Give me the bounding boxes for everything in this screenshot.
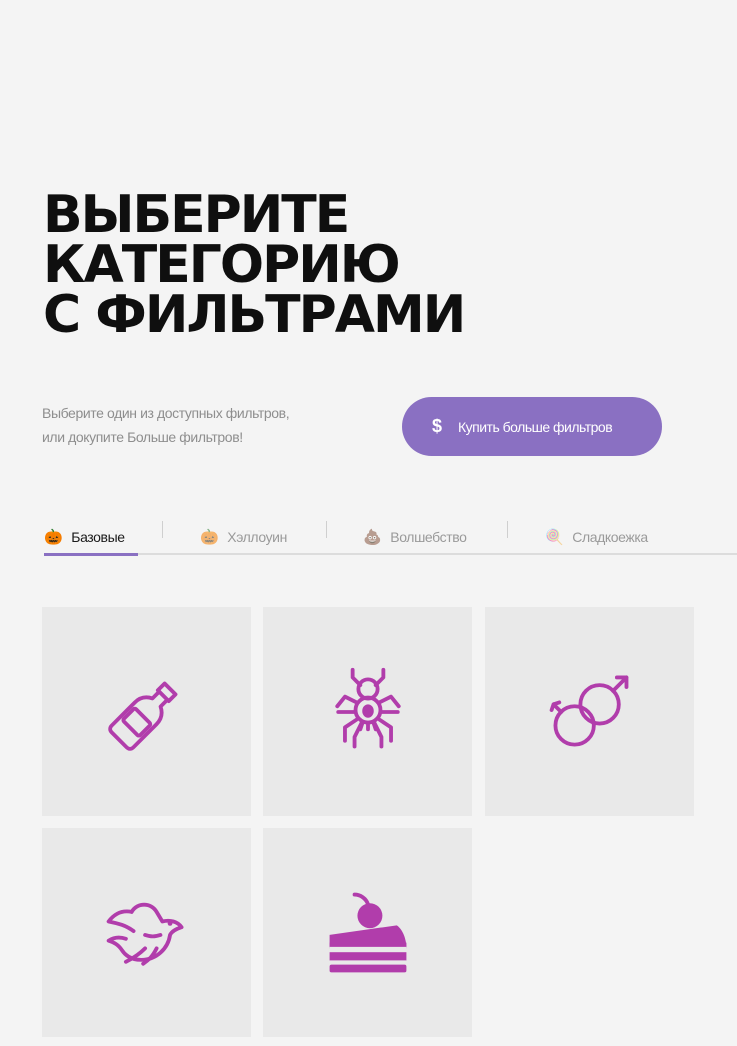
page-subtitle: Выберите один из доступных фильтров, или…: [42, 401, 290, 449]
title-line-3: С ФИЛЬТРАМИ: [43, 285, 466, 345]
lollipop-icon: 🍭: [545, 528, 564, 546]
pumpkin-icon: 🎃: [200, 528, 219, 546]
tab-label: Сладкоежка: [572, 529, 648, 545]
tab-halloween[interactable]: 🎃 Хэллоуин: [200, 518, 287, 556]
pumpkin-icon: 🎃: [44, 528, 63, 546]
title-line-1: ВЫБЕРИТЕ: [43, 185, 350, 245]
subtitle-line-1: Выберите один из доступных фильтров,: [42, 405, 290, 421]
dollar-icon: $: [432, 416, 443, 436]
gender-symbols-icon: [549, 675, 628, 747]
filter-card-cake[interactable]: [263, 828, 472, 1037]
tab-divider: [162, 521, 163, 538]
page-title: ВЫБЕРИТЕ КАТЕГОРИЮ С ФИЛЬТРАМИ: [43, 185, 466, 345]
subtitle-line-2: или докупите Больше фильтров!: [42, 429, 243, 445]
dove-icon: [106, 902, 183, 966]
tab-divider: [326, 521, 327, 538]
bottle-icon: [107, 681, 177, 751]
spider-icon: [334, 667, 401, 748]
poop-icon: 💩: [363, 528, 382, 546]
buy-more-filters-button[interactable]: $ Купить больше фильтров: [402, 397, 662, 456]
category-tabs: 🎃 Базовые 🎃 Хэллоуин 💩 Волшебство 🍭 Слад…: [0, 518, 737, 556]
tab-label: Хэллоуин: [227, 529, 287, 545]
tab-sweet-tooth[interactable]: 🍭 Сладкоежка: [545, 518, 648, 556]
title-line-2: КАТЕГОРИЮ: [43, 235, 401, 295]
buy-button-label: Купить больше фильтров: [458, 418, 613, 435]
filter-card-gender[interactable]: [485, 607, 694, 816]
cake-icon: [329, 892, 406, 972]
tab-label: Базовые: [71, 529, 125, 545]
tab-magic[interactable]: 💩 Волшебство: [363, 518, 467, 556]
filter-card-spider[interactable]: [263, 607, 472, 816]
tab-label: Волшебство: [390, 529, 467, 545]
filter-card-bottle[interactable]: [42, 607, 251, 816]
tab-divider: [507, 521, 508, 538]
filter-card-dove[interactable]: [42, 828, 251, 1037]
tab-basic[interactable]: 🎃 Базовые: [44, 518, 138, 556]
